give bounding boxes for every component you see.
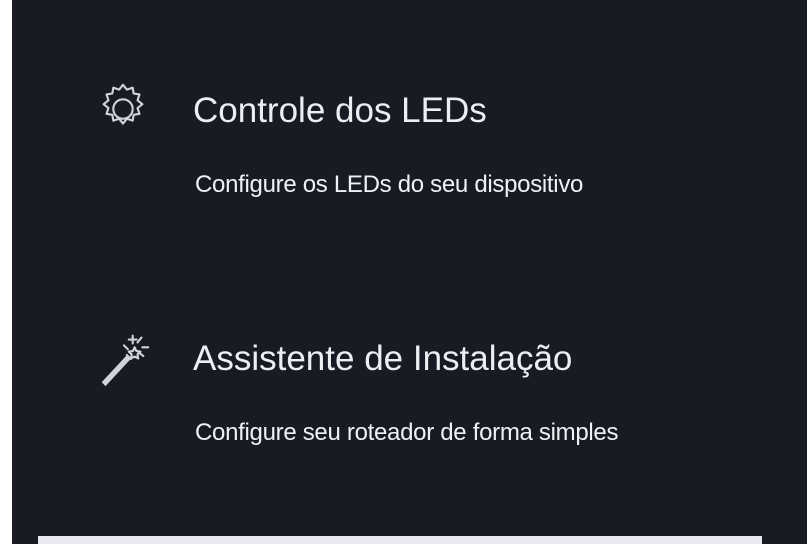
settings-menu-panel: Controle dos LEDs Configure os LEDs do s… bbox=[12, 0, 807, 544]
magic-wand-icon bbox=[92, 326, 154, 388]
gear-icon bbox=[92, 78, 154, 140]
led-control-title: Controle dos LEDs bbox=[193, 91, 487, 130]
menu-item-setup-wizard[interactable]: Assistente de Instalação Configure seu r… bbox=[12, 318, 807, 468]
bottom-bar bbox=[38, 536, 762, 544]
menu-item-led-control[interactable]: Controle dos LEDs Configure os LEDs do s… bbox=[12, 70, 807, 220]
led-control-description: Configure os LEDs do seu dispositivo bbox=[195, 171, 584, 198]
setup-wizard-title: Assistente de Instalação bbox=[193, 339, 573, 378]
setup-wizard-description: Configure seu roteador de forma simples bbox=[195, 419, 619, 446]
